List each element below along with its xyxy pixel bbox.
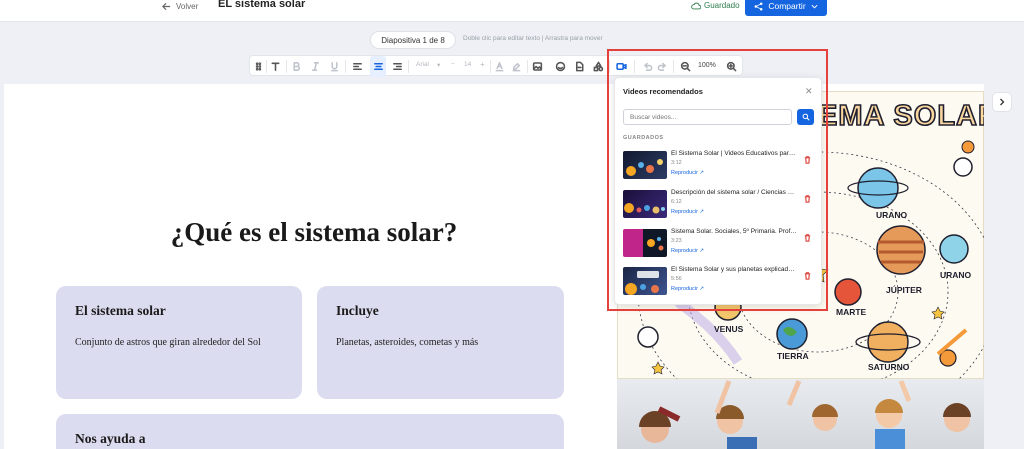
poster-label: JÚPITER [886,285,922,295]
poster-label: SATURNO [868,362,910,372]
poster-title: EMA SOLAR [817,99,984,133]
info-card-2[interactable]: Incluye Planetas, asteroides, cometas y … [317,286,564,399]
share-button[interactable]: Compartir [745,0,827,16]
slide-heading[interactable]: ¿Qué es el sistema solar? [4,217,624,248]
align-center-icon[interactable] [370,56,386,77]
font-size-increase[interactable]: + [480,60,485,69]
document-title[interactable]: EL sistema solar [218,0,305,10]
card-body: Conjunto de astros que giran alrededor d… [75,337,261,348]
back-button[interactable]: Volver [162,0,198,12]
edit-hint: Doble clic para editar texto | Arrastra … [463,35,603,42]
drag-handle-icon[interactable] [250,56,266,77]
slide-canvas[interactable]: ¿Qué es el sistema solar? El sistema sol… [4,84,984,449]
shapes-icon[interactable] [590,56,606,77]
next-slide-button[interactable] [992,92,1012,112]
text-color-icon[interactable] [491,56,507,77]
align-left-icon[interactable] [349,56,365,77]
highlight-icon[interactable] [508,56,524,77]
arrow-left-icon [162,2,171,10]
share-label: Compartir [768,1,806,11]
card-title: El sistema solar [75,303,166,318]
font-size-value[interactable]: 14 [464,61,471,68]
top-header: Volver EL sistema solar Guardado Compart… [0,0,1024,22]
highlight-annotation-box [607,49,828,311]
document-icon[interactable] [571,56,587,77]
poster-label: MARTE [836,307,867,317]
poster-label: URANO [940,270,972,280]
info-card-1[interactable]: El sistema solar Conjunto de astros que … [56,286,302,399]
back-label: Volver [176,1,199,11]
chevron-right-icon [1000,98,1005,106]
chevron-down-icon: ▾ [437,62,441,69]
students-illustration [639,380,971,449]
card-title: Nos ayuda a [75,431,146,446]
emoji-icon[interactable] [552,56,568,77]
font-size-decrease[interactable]: − [451,61,455,68]
info-card-3[interactable]: Nos ayuda a [56,414,564,449]
font-family-select[interactable]: Arial [416,61,429,68]
image-icon[interactable] [529,56,545,77]
card-body: Planetas, asteroides, cometas y más [336,337,479,348]
card-title: Incluye [336,303,379,318]
poster-label: TIERRA [777,351,809,361]
bold-icon[interactable] [288,56,304,77]
poster-label: VENUS [714,324,744,334]
cloud-check-icon [691,2,701,9]
align-right-icon[interactable] [389,56,405,77]
share-icon [754,2,763,10]
slide-indicator[interactable]: Diapositiva 1 de 8 [370,31,456,49]
underline-icon[interactable] [326,56,342,77]
text-icon[interactable] [267,56,283,77]
italic-icon[interactable] [307,56,323,77]
chevron-down-icon [811,4,818,9]
saved-label: Guardado [704,1,740,10]
poster-label: URANO [876,210,908,220]
saved-status: Guardado [691,1,740,10]
classroom-photo [617,379,984,449]
